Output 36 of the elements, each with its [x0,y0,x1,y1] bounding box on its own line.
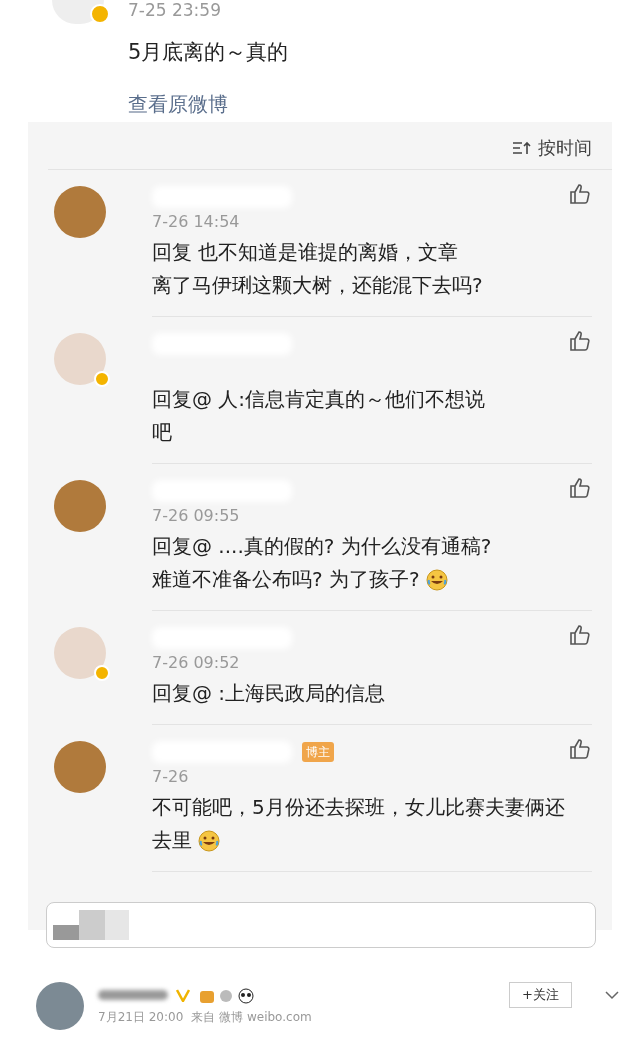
like-icon[interactable] [568,476,592,500]
comment-input[interactable] [46,902,596,948]
comment-text: 去里 [152,827,192,854]
avatar[interactable] [54,480,106,532]
author-badge: 博主 [302,742,334,762]
avatar[interactable] [54,186,106,238]
like-icon[interactable] [568,182,592,206]
like-icon[interactable] [568,623,592,647]
blurred-name [98,990,168,1000]
comment-text: 回复 也不知道是谁提的离婚，文章 [152,239,459,266]
comment-text: 不可能吧，5月份还去探班，女儿比赛夫妻俩还 [152,794,565,821]
like-icon[interactable] [568,737,592,761]
comment-text: 吧 [152,419,172,446]
comment-text: 回复@ ....真的假的? 为什么没有通稿? [152,533,492,560]
verified-icon [90,4,110,24]
timestamp: 7月21日 20:00 [98,1009,184,1026]
timestamp: 7-26 09:52 [152,652,241,671]
comment-text: 离了马伊琍这颗大树，还能混下去吗? [152,272,483,299]
comment-text: 回复@ 人:信息肯定真的～他们不想说 [152,386,486,413]
sort-button[interactable]: 按时间 [538,134,592,161]
sort-icon[interactable] [512,139,532,156]
view-original-link[interactable]: 查看原微博 [128,88,228,119]
follow-button[interactable]: +关注 [509,982,572,1008]
timestamp: 7-26 14:54 [152,211,241,230]
like-icon[interactable] [568,329,592,353]
timestamp: 7-25 23:59 [128,0,222,19]
avatar[interactable] [54,741,106,793]
comment-text: 难道不准备公布吗? 为了孩子? [152,566,420,593]
timestamp: 7-26 09:55 [152,505,241,524]
chevron-icon[interactable] [604,990,620,1000]
avatar[interactable] [36,982,84,1030]
post-text: 5月底离的～真的 [128,39,290,66]
comment-text: 回复@ :上海民政局的信息 [152,680,386,707]
verified-icon [176,988,190,1002]
post-source: 来自 微博 weibo.com [191,1009,312,1026]
timestamp: 7-26 [152,766,190,785]
